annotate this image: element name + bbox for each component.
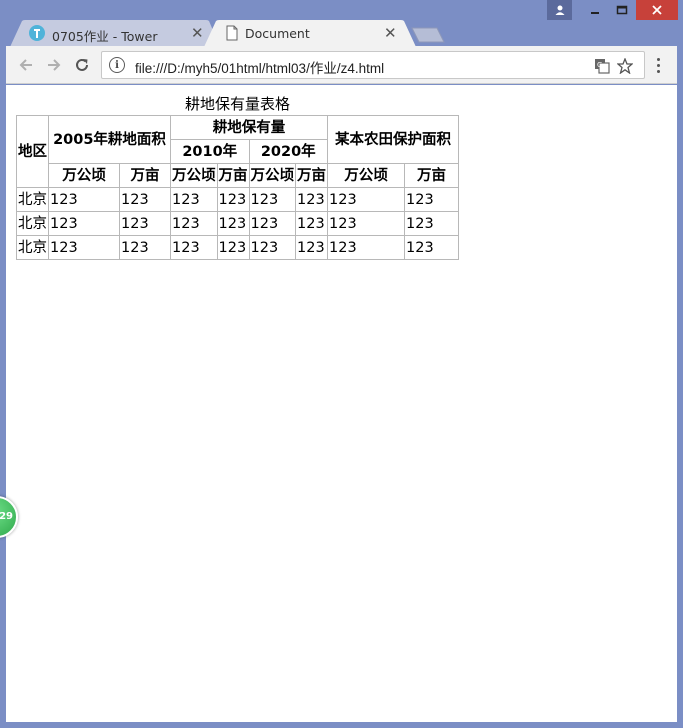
header-year-2020: 2020年 [248, 139, 328, 164]
header-retention: 耕地保有量 [170, 115, 328, 140]
header-unit: 万亩 [404, 163, 459, 188]
table-cell: 123 [248, 235, 296, 260]
page-viewport: 耕地保有量表格 地区 2005年耕地面积 耕地保有量 某本农田保护面积 2010… [6, 85, 677, 722]
table-row: 北京 123 123 123 123 123 123 123 123 [16, 187, 459, 212]
header-unit: 万亩 [216, 163, 250, 188]
forward-button[interactable] [43, 54, 65, 76]
table-cell: 123 [295, 211, 328, 236]
table-cell: 123 [48, 187, 120, 212]
tab-close-icon[interactable]: ✕ [191, 24, 204, 42]
table-cell: 123 [327, 235, 405, 260]
table-cell: 123 [295, 235, 328, 260]
reload-icon [76, 58, 88, 71]
cell-region: 北京 [16, 187, 49, 212]
table-cell: 123 [170, 187, 218, 212]
table-cell: 123 [119, 211, 171, 236]
star-icon[interactable] [616, 57, 634, 75]
back-button[interactable] [15, 54, 37, 76]
table-cell: 123 [216, 187, 250, 212]
url-text: file:///D:/myh5/01html/html03/作业/z4.html [135, 61, 385, 76]
badge-count: 29 [0, 511, 13, 522]
table-cell: 123 [248, 211, 296, 236]
minimize-icon [591, 12, 599, 14]
tower-favicon-icon [29, 25, 45, 41]
kebab-menu-icon[interactable] [650, 54, 666, 76]
cell-region: 北京 [16, 211, 49, 236]
profile-button[interactable] [547, 0, 572, 20]
table-cell: 123 [295, 187, 328, 212]
header-unit: 万公顷 [327, 163, 405, 188]
cell-region: 北京 [16, 235, 49, 260]
close-icon [652, 5, 662, 15]
person-icon [555, 5, 564, 15]
table-cell: 123 [48, 211, 120, 236]
header-unit: 万亩 [119, 163, 171, 188]
header-region: 地区 [16, 115, 49, 188]
header-area-2005: 2005年耕地面积 [48, 115, 171, 164]
table-cell: 123 [248, 187, 296, 212]
table-cell: 123 [404, 211, 459, 236]
table-cell: 123 [216, 235, 250, 260]
table-cell: 123 [404, 235, 459, 260]
header-unit: 万公顷 [48, 163, 120, 188]
table-caption: 耕地保有量表格 [184, 95, 290, 113]
info-icon[interactable]: i [109, 57, 125, 73]
tab-document[interactable]: Document ✕ [204, 20, 416, 47]
new-tab-button[interactable] [410, 26, 446, 44]
close-window-button[interactable] [636, 0, 678, 20]
maximize-icon [616, 5, 628, 15]
document-body: 耕地保有量表格 地区 2005年耕地面积 耕地保有量 某本农田保护面积 2010… [16, 94, 459, 260]
tab-title: 0705作业 - Tower [52, 29, 158, 44]
header-year-2010: 2010年 [170, 139, 250, 164]
svg-text:G: G [597, 61, 602, 69]
table-cell: 123 [48, 235, 120, 260]
table-row: 北京 123 123 123 123 123 123 123 123 [16, 211, 459, 236]
maximize-button[interactable] [608, 0, 636, 20]
table-cell: 123 [216, 211, 250, 236]
window-titlebar [0, 0, 683, 20]
browser-toolbar: i file:///D:/myh5/01html/html03/作业/z4.ht… [6, 46, 677, 84]
header-farmland: 某本农田保护面积 [327, 115, 459, 164]
table-cell: 123 [119, 235, 171, 260]
table-row: 北京 123 123 123 123 123 123 123 123 [16, 235, 459, 260]
header-unit: 万公顷 [170, 163, 218, 188]
retention-table: 耕地保有量表格 地区 2005年耕地面积 耕地保有量 某本农田保护面积 2010… [16, 94, 459, 260]
header-unit: 万公顷 [248, 163, 296, 188]
header-unit: 万亩 [295, 163, 328, 188]
reload-button[interactable] [71, 54, 93, 76]
table-cell: 123 [327, 211, 405, 236]
table-cell: 123 [119, 187, 171, 212]
table-cell: 123 [404, 187, 459, 212]
document-icon [224, 25, 240, 41]
translate-icon[interactable]: G [593, 57, 611, 75]
tab-title: Document [245, 26, 310, 41]
arrow-right-icon [48, 59, 61, 71]
address-bar[interactable]: i file:///D:/myh5/01html/html03/作业/z4.ht… [101, 51, 645, 79]
minimize-button[interactable] [581, 0, 609, 20]
table-cell: 123 [170, 235, 218, 260]
tab-close-icon[interactable]: ✕ [384, 24, 397, 42]
tab-tower[interactable]: 0705作业 - Tower ✕ [10, 20, 220, 47]
table-cell: 123 [327, 187, 405, 212]
arrow-left-icon [19, 59, 32, 71]
table-cell: 123 [170, 211, 218, 236]
